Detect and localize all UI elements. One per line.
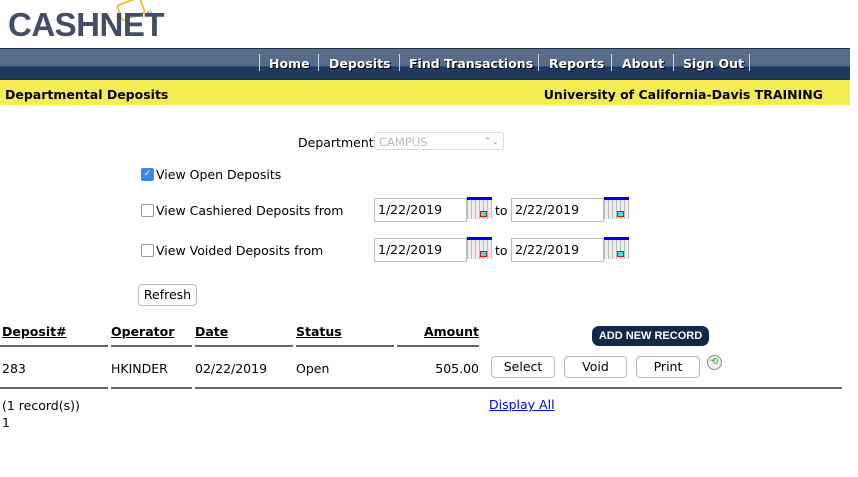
deposit-number: 283 [2,361,26,376]
header-deposit[interactable]: Deposit# [2,324,67,339]
cashiered-from-input[interactable]: 1/22/2019 [374,198,467,222]
divider [296,345,394,347]
divider [111,345,192,347]
calendar-icon[interactable] [467,197,492,219]
chevron-updown-icon: ⌃⌄ [483,137,499,147]
divider [0,387,108,389]
page-header-bar: Departmental Deposits University of Cali… [0,80,850,105]
nav-reports[interactable]: Reports [549,56,604,71]
date: 02/22/2019 [195,361,268,376]
calendar-icon[interactable] [604,237,629,259]
add-new-record-button[interactable]: ADD NEW RECORD [592,326,709,346]
voided-from-input[interactable]: 1/22/2019 [374,238,467,262]
nav-about[interactable]: About [622,56,664,71]
refresh-button[interactable]: Refresh [138,284,197,306]
view-open-checkbox[interactable]: ✓ [141,168,154,181]
divider [195,345,293,347]
nav-deposits[interactable]: Deposits [329,56,391,71]
header-operator[interactable]: Operator [111,324,174,339]
main-nav: Home Deposits Find Transactions Reports … [0,48,850,81]
select-button[interactable]: Select [491,356,555,378]
logo-registered: ® [146,10,153,18]
divider [195,387,842,389]
department-value: CAMPUS [379,135,428,149]
department-select[interactable]: CAMPUS ⌃⌄ [374,132,504,150]
view-voided-checkbox[interactable] [141,244,154,257]
department-label: Department [298,135,374,150]
divider [0,345,108,347]
nav-sign-out[interactable]: Sign Out [683,56,744,71]
operator: HKINDER [111,361,168,376]
header-date[interactable]: Date [195,324,228,339]
to-label: to [495,203,508,218]
cashiered-to-input[interactable]: 2/22/2019 [511,198,604,222]
to-label: to [495,243,508,258]
page-number[interactable]: 1 [2,415,10,430]
cashnet-logo: CASHNET [8,6,165,43]
view-voided-label: View Voided Deposits from [156,243,324,258]
print-button[interactable]: Print [636,356,700,378]
divider [111,387,192,389]
view-cashiered-label: View Cashiered Deposits from [156,203,344,218]
institution-name: University of California-Davis TRAINING [543,87,823,102]
header-status[interactable]: Status [296,324,342,339]
nav-home[interactable]: Home [269,56,310,71]
voided-to-input[interactable]: 2/22/2019 [511,238,604,262]
status: Open [296,361,330,376]
display-all-link[interactable]: Display All [489,397,555,412]
divider [397,345,479,347]
view-cashiered-checkbox[interactable] [141,204,154,217]
calendar-icon[interactable] [604,197,629,219]
header-amount[interactable]: Amount [424,324,479,339]
void-button[interactable]: Void [564,356,627,378]
history-icon[interactable]: ⟲ [707,355,722,370]
calendar-icon[interactable] [467,237,492,259]
nav-find-transactions[interactable]: Find Transactions [409,56,533,71]
view-open-label: View Open Deposits [156,167,282,182]
record-count: (1 record(s)) [2,398,80,413]
amount: 505.00 [435,361,479,376]
page-title: Departmental Deposits [5,87,169,102]
